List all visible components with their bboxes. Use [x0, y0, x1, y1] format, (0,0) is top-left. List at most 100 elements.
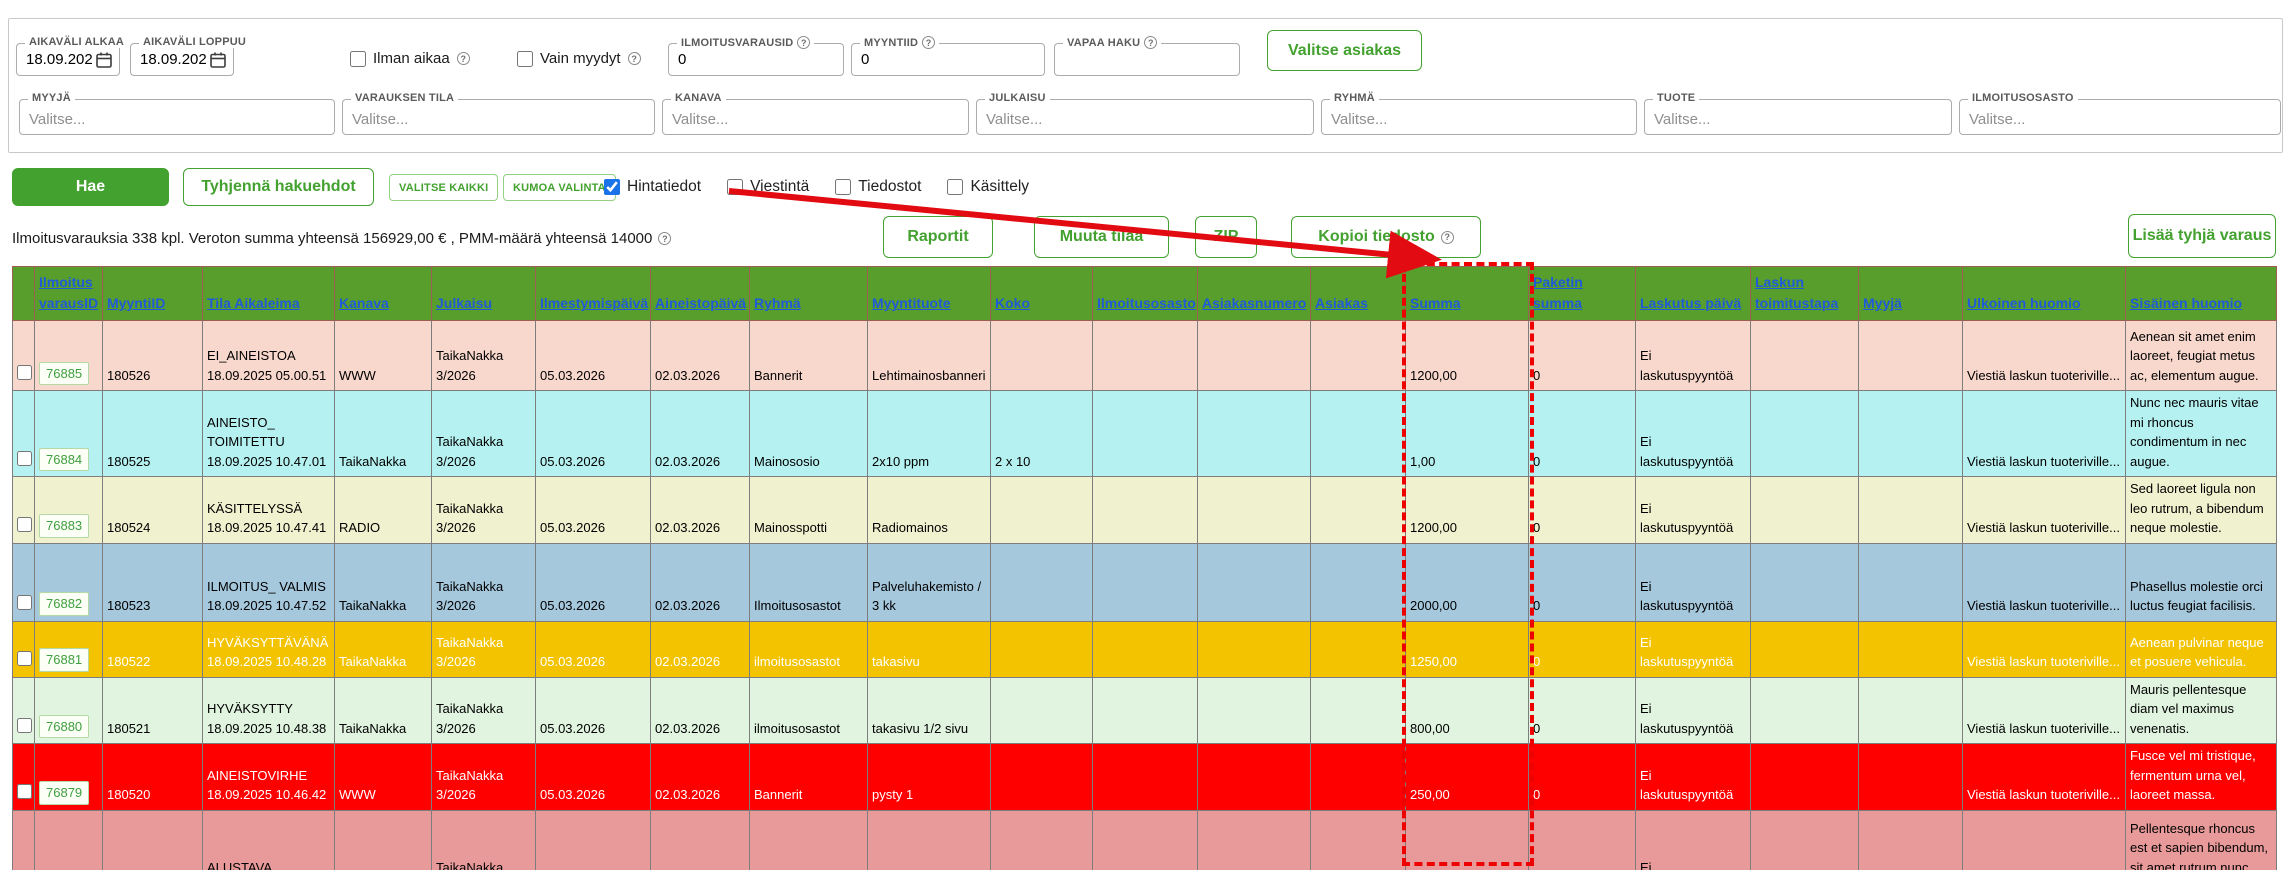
- dropdown-julkaisu[interactable]: JULKAISU Valitse...: [976, 99, 1314, 135]
- sum-cell: 250,00: [1406, 744, 1529, 811]
- dropdown-myyja-label: MYYJÄ: [28, 92, 75, 104]
- table-row: 76881 180522 HYVÄKSYTTÄVÄNÄ 18.09.2025 1…: [13, 621, 2277, 677]
- sort-laskutus-paiva[interactable]: Laskutus päivä: [1640, 295, 1741, 311]
- price-info-checkbox-input[interactable]: [604, 179, 620, 195]
- reservation-id-link[interactable]: 76880: [39, 715, 89, 739]
- sort-myyntiid[interactable]: MyyntiID: [107, 295, 165, 311]
- sort-tila-aikaleima[interactable]: Tila Aikaleima: [207, 295, 300, 311]
- sort-asiakas[interactable]: Asiakas: [1315, 295, 1368, 311]
- calendar-icon[interactable]: [95, 51, 113, 69]
- status-timestamp: 18.09.2025 05.00.51: [207, 366, 330, 386]
- search-button[interactable]: Hae: [12, 168, 169, 206]
- row-select-checkbox[interactable]: [17, 451, 32, 466]
- external-note-cell: Viestiä laskun tuoteriville...: [1963, 621, 2126, 677]
- reservation-id-link[interactable]: 76881: [39, 648, 89, 672]
- zip-button[interactable]: ZIP: [1195, 216, 1257, 258]
- dropdown-tuote[interactable]: TUOTE Valitse...: [1644, 99, 1952, 135]
- external-note-cell: Viestiä laskun tuoteriville...: [1963, 744, 2126, 811]
- reservation-id-cell: 76883: [35, 477, 103, 544]
- row-select-checkbox[interactable]: [17, 365, 32, 380]
- dropdown-ilmoitusosasto[interactable]: ILMOITUSOSASTO Valitse...: [1959, 99, 2281, 135]
- no-time-label: Ilman aikaa: [373, 50, 450, 67]
- copy-file-button[interactable]: Kopioi tiedosto: [1291, 216, 1481, 258]
- ad-section-cell: [1093, 677, 1198, 744]
- status-cell: HYVÄKSYTTY 18.09.2025 10.48.38: [203, 677, 335, 744]
- invoice-delivery-cell: [1751, 543, 1859, 621]
- reservation-id-link[interactable]: 76885: [39, 362, 89, 386]
- sort-myyntituote[interactable]: Myyntituote: [872, 295, 951, 311]
- only-sold-checkbox-input[interactable]: [517, 51, 533, 67]
- sort-ulkoinen-huomio[interactable]: Ulkoinen huomio: [1967, 295, 2081, 311]
- select-customer-button[interactable]: Valitse asiakas: [1267, 30, 1422, 71]
- invoice-delivery-cell: [1751, 321, 1859, 391]
- reports-button[interactable]: Raportit: [883, 216, 993, 258]
- handling-checkbox-input[interactable]: [947, 179, 963, 195]
- reservation-id-link[interactable]: 76884: [39, 448, 89, 472]
- size-cell: [991, 477, 1093, 544]
- files-checkbox-input[interactable]: [835, 179, 851, 195]
- row-select-checkbox[interactable]: [17, 595, 32, 610]
- no-time-checkbox-input[interactable]: [350, 51, 366, 67]
- undo-selection-button[interactable]: KUMOA VALINTA: [503, 174, 616, 201]
- sort-sisainen-huomio[interactable]: Sisäinen huomio: [2130, 295, 2242, 311]
- sort-julkaisu[interactable]: Julkaisu: [436, 295, 492, 311]
- calendar-icon[interactable]: [209, 51, 227, 69]
- material-date-cell: 02.03.2026: [651, 810, 750, 870]
- row-select-checkbox[interactable]: [17, 651, 32, 666]
- sort-ilmestymispaiva[interactable]: Ilmestymispäivä: [540, 295, 648, 311]
- reservation-id-link[interactable]: 76882: [39, 592, 89, 616]
- sort-kanava[interactable]: Kanava: [339, 295, 389, 311]
- row-select-checkbox[interactable]: [17, 517, 32, 532]
- sort-summa[interactable]: Summa: [1410, 295, 1461, 311]
- only-sold-checkbox[interactable]: Vain myydyt: [517, 50, 641, 67]
- material-date-cell: 02.03.2026: [651, 677, 750, 744]
- communication-checkbox-input[interactable]: [727, 179, 743, 195]
- sort-ilmoitusosasto[interactable]: Ilmoitusosasto: [1097, 295, 1196, 311]
- sort-ryhma[interactable]: Ryhmä: [754, 295, 801, 311]
- dropdown-ryhma[interactable]: RYHMÄ Valitse...: [1321, 99, 1637, 135]
- dropdown-kanava[interactable]: KANAVA Valitse...: [662, 99, 969, 135]
- billing-date-cell: Ei laskutuspyyntöä: [1636, 477, 1751, 544]
- dropdown-ilmoitusosasto-label: ILMOITUSOSASTO: [1968, 92, 2078, 104]
- sort-myyja[interactable]: Myyjä: [1863, 295, 1902, 311]
- sort-koko[interactable]: Koko: [995, 295, 1030, 311]
- publish-date-cell: 05.03.2026: [536, 391, 651, 477]
- price-info-checkbox[interactable]: Hintatiedot: [604, 178, 701, 196]
- sort-aineistopaiva[interactable]: Aineistopäivä: [655, 295, 746, 311]
- sort-asiakasnumero[interactable]: Asiakasnumero: [1202, 295, 1306, 311]
- dropdown-varauksen-tila-label: VARAUKSEN TILA: [351, 92, 458, 104]
- row-select-checkbox[interactable]: [17, 784, 32, 799]
- publication-cell: TaikaNakka 3/2026: [432, 677, 536, 744]
- sales-product-cell: takasivu: [868, 621, 991, 677]
- internal-note-cell: Mauris pellentesque diam vel maximus ven…: [2126, 677, 2277, 744]
- communication-checkbox[interactable]: Viestintä: [727, 178, 809, 196]
- row-select-checkbox[interactable]: [17, 718, 32, 733]
- sort-ilmoitusvarausid[interactable]: Ilmoitus varausID: [39, 274, 98, 312]
- package-sum-cell: 0: [1529, 810, 1636, 870]
- seller-cell: [1859, 391, 1963, 477]
- select-all-button[interactable]: VALITSE KAIKKI: [389, 174, 498, 201]
- reservation-id-field[interactable]: ILMOITUSVARAUSID: [668, 43, 844, 76]
- clear-search-button[interactable]: Tyhjennä hakuehdot: [183, 168, 374, 206]
- seller-cell: [1859, 321, 1963, 391]
- dropdown-myyja[interactable]: MYYJÄ Valitse...: [19, 99, 335, 135]
- sort-laskun-toimitustapa[interactable]: Laskun toimitustapa: [1755, 274, 1838, 312]
- change-status-button[interactable]: Muuta tilaa: [1034, 216, 1169, 258]
- reservation-id-link[interactable]: 76879: [39, 781, 89, 805]
- dropdown-tuote-label: TUOTE: [1653, 92, 1699, 104]
- internal-note-cell: Sed laoreet ligula non leo rutrum, a bib…: [2126, 477, 2277, 544]
- reservation-id-link[interactable]: 76883: [39, 514, 89, 538]
- copy-file-label: Kopioi tiedosto: [1318, 228, 1434, 246]
- dropdown-varauksen-tila[interactable]: VARAUKSEN TILA Valitse...: [342, 99, 655, 135]
- status-cell: ILMOITUS_ VALMIS 18.09.2025 10.47.52: [203, 543, 335, 621]
- files-checkbox[interactable]: Tiedostot: [835, 178, 921, 196]
- free-search-field[interactable]: VAPAA HAKU: [1054, 43, 1240, 76]
- date-start-field[interactable]: AIKAVÄLI ALKAA: [16, 43, 120, 76]
- no-time-checkbox[interactable]: Ilman aikaa: [350, 50, 470, 67]
- sales-id-field[interactable]: MYYNTIID: [851, 43, 1045, 76]
- handling-checkbox[interactable]: Käsittely: [947, 178, 1029, 196]
- package-sum-cell: 0: [1529, 543, 1636, 621]
- sort-paketin-summa[interactable]: Paketin summa: [1533, 274, 1583, 312]
- date-end-field[interactable]: AIKAVÄLI LOPPUU: [130, 43, 234, 76]
- add-empty-reservation-button[interactable]: Lisää tyhjä varaus: [2128, 214, 2276, 258]
